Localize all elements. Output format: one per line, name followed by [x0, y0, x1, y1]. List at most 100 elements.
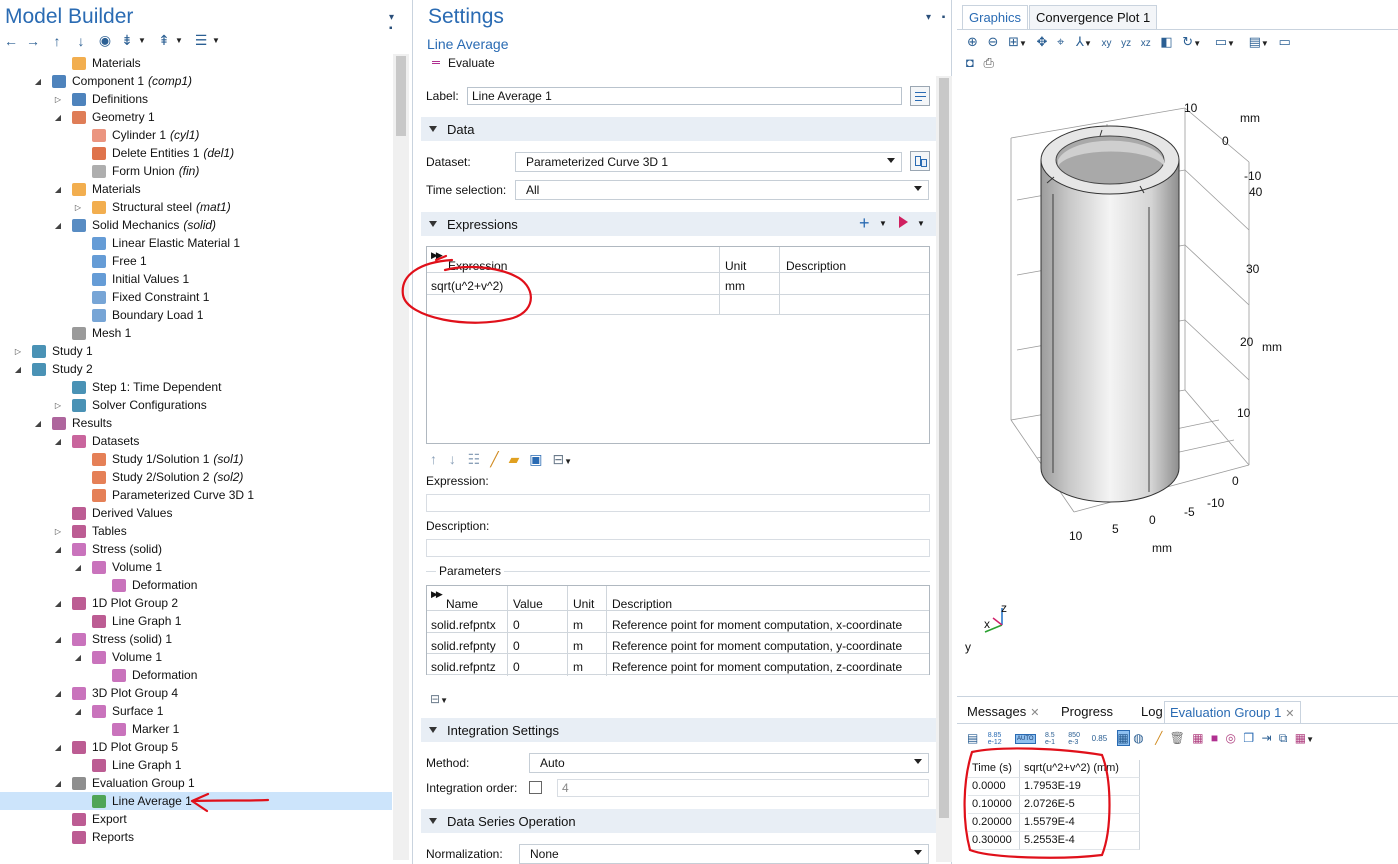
rotate-icon[interactable]: ↻ [1182, 34, 1193, 49]
zoom-in-icon[interactable]: ⊕ [967, 34, 978, 49]
param-description-cell[interactable]: Reference point for moment computation, … [609, 636, 905, 656]
data-section-header[interactable]: Data [421, 117, 936, 141]
collapse-icon[interactable]: ⇞ [157, 32, 171, 49]
add-expression-icon[interactable]: + [859, 213, 870, 234]
tree-item[interactable]: ◢ Stress (solid) [0, 540, 392, 558]
collapse-twisty-icon[interactable]: ◢ [53, 689, 63, 698]
render-icon[interactable]: ▤ [1249, 34, 1261, 49]
collapse-twisty-icon[interactable]: ◢ [53, 635, 63, 644]
tree-item[interactable]: Line Graph 1 [0, 756, 392, 774]
precision-full-icon[interactable]: 8.85 e-12 [988, 732, 1008, 746]
integration-section-header[interactable]: Integration Settings [421, 718, 936, 742]
integration-order-input[interactable] [557, 779, 929, 797]
param-description-cell[interactable]: Reference point for moment computation, … [609, 615, 905, 635]
evaluate-button[interactable]: Evaluate [448, 56, 495, 70]
engineering-notation-icon[interactable]: 850 e-3 [1068, 732, 1084, 746]
tree-item[interactable]: ◢ Volume 1 [0, 648, 392, 666]
expr-row-description[interactable] [783, 276, 789, 282]
delete-rows-icon[interactable]: ☷ [468, 451, 481, 467]
tree-item[interactable]: Form Union (fin) [0, 162, 392, 180]
tab-messages[interactable]: Messages ✕ [962, 701, 1044, 723]
plot-icon[interactable]: ■ [1211, 731, 1218, 745]
zoom-extents-icon[interactable]: ✥ [1037, 34, 1048, 49]
collapse-twisty-icon[interactable]: ◢ [73, 653, 83, 662]
collapse-twisty-icon[interactable]: ◢ [53, 113, 63, 122]
chevron-down-icon[interactable]: ▼ [564, 457, 572, 466]
tree-item[interactable]: ◢ Study 2 [0, 360, 392, 378]
tab-graphics[interactable]: Graphics [962, 5, 1029, 29]
table-icon[interactable]: ▦ [1192, 731, 1203, 745]
tree-item[interactable]: ◢ Materials [0, 180, 392, 198]
panel-pin-icon[interactable]: ▾ ▪ [926, 12, 949, 23]
tree-item[interactable]: Deformation [0, 666, 392, 684]
decimal-notation-icon[interactable]: 0.85 [1092, 734, 1108, 743]
collapse-twisty-icon[interactable]: ◢ [53, 545, 63, 554]
expand-columns-icon[interactable]: ▶▶ [431, 589, 443, 600]
copy-table-icon[interactable]: ⧉ [1279, 731, 1288, 745]
save-icon[interactable]: ▣ [529, 451, 542, 467]
expressions-section-header[interactable]: Expressions + ▼ ▼ [421, 212, 936, 236]
param-description-cell[interactable]: Reference point for moment computation, … [609, 657, 905, 677]
expression-field[interactable] [426, 494, 930, 512]
expand-twisty-icon[interactable]: ▷ [53, 95, 63, 104]
tree-item[interactable]: ▷ Definitions [0, 90, 392, 108]
collapse-twisty-icon[interactable]: ◢ [53, 779, 63, 788]
evaluate-table-icon[interactable]: ▤ [967, 731, 978, 745]
integration-order-checkbox[interactable] [529, 781, 542, 794]
expand-sections-icon[interactable]: ⇟ [120, 32, 134, 49]
method-select[interactable]: Auto [529, 753, 929, 773]
tree-item[interactable]: Materials [0, 54, 392, 72]
table-layout-icon[interactable]: ▦ [1295, 731, 1306, 745]
graph-view-icon[interactable]: ◍ [1133, 731, 1143, 745]
insert-expression-icon[interactable] [899, 216, 908, 228]
tree-item[interactable]: Cylinder 1 (cyl1) [0, 126, 392, 144]
yz-view-icon[interactable]: yz [1121, 38, 1131, 49]
table-view-icon[interactable]: ▦ [1116, 730, 1130, 746]
move-up-icon[interactable]: ↑ [430, 451, 437, 467]
tree-item[interactable]: Marker 1 [0, 720, 392, 738]
tree-item[interactable]: ▷ Study 1 [0, 342, 392, 360]
tree-item[interactable]: ◢ 1D Plot Group 2 [0, 594, 392, 612]
chevron-down-icon[interactable]: ▼ [135, 36, 149, 45]
tree-item[interactable]: ◢ Datasets [0, 432, 392, 450]
tree-item[interactable]: ◢ Evaluation Group 1 [0, 774, 392, 792]
tab-convergence-plot[interactable]: Convergence Plot 1 [1029, 5, 1158, 29]
dataset-select[interactable]: Parameterized Curve 3D 1 [515, 152, 902, 172]
data-series-section-header[interactable]: Data Series Operation [421, 809, 936, 833]
export-table-icon[interactable]: ⇥ [1261, 731, 1271, 745]
collapse-twisty-icon[interactable]: ◢ [13, 365, 23, 374]
param-value-cell[interactable]: 0 [510, 636, 523, 656]
scene-light-icon[interactable]: ▭ [1215, 34, 1227, 49]
open-file-icon[interactable]: ▰ [509, 451, 520, 467]
tree-item[interactable]: ▷ Solver Configurations [0, 396, 392, 414]
expand-twisty-icon[interactable]: ▷ [53, 527, 63, 536]
collapse-twisty-icon[interactable]: ◢ [53, 743, 63, 752]
param-unit-cell[interactable]: m [570, 615, 586, 635]
chevron-down-icon[interactable]: ▼ [172, 36, 186, 45]
param-unit-cell[interactable]: m [570, 657, 586, 677]
clear-icon[interactable]: ╱ [1155, 731, 1162, 745]
tree-item[interactable]: Export [0, 810, 392, 828]
expr-row-expression[interactable]: sqrt(u^2+v^2) [428, 276, 506, 296]
parameters-options-icon[interactable]: ⊟▼ [430, 692, 448, 706]
scientific-notation-icon[interactable]: 8.5 e-1 [1045, 732, 1061, 746]
selection-icon[interactable]: ▭ [1278, 34, 1290, 49]
tree-item[interactable]: Boundary Load 1 [0, 306, 392, 324]
collapse-twisty-icon[interactable]: ◢ [53, 221, 63, 230]
tree-item[interactable]: ◢ 1D Plot Group 5 [0, 738, 392, 756]
tree-item[interactable]: Study 2/Solution 2 (sol2) [0, 468, 392, 486]
tree-item[interactable]: ▷ Structural steel (mat1) [0, 198, 392, 216]
param-value-cell[interactable]: 0 [510, 615, 523, 635]
collapse-twisty-icon[interactable]: ◢ [53, 437, 63, 446]
expand-twisty-icon[interactable]: ▷ [73, 203, 83, 212]
chevron-down-icon[interactable]: ▼ [917, 219, 925, 228]
xz-view-icon[interactable]: xz [1141, 38, 1151, 49]
normalization-select[interactable]: None [519, 844, 929, 864]
copy-icon[interactable]: ❐ [1243, 731, 1254, 745]
clear-table-icon[interactable]: ╱ [490, 451, 498, 467]
tree-item[interactable]: Parameterized Curve 3D 1 [0, 486, 392, 504]
collapse-twisty-icon[interactable]: ◢ [33, 419, 43, 428]
tree-item[interactable]: Derived Values [0, 504, 392, 522]
param-name-cell[interactable]: solid.refpntx [428, 615, 499, 635]
zoom-out-icon[interactable]: ⊖ [988, 34, 999, 49]
